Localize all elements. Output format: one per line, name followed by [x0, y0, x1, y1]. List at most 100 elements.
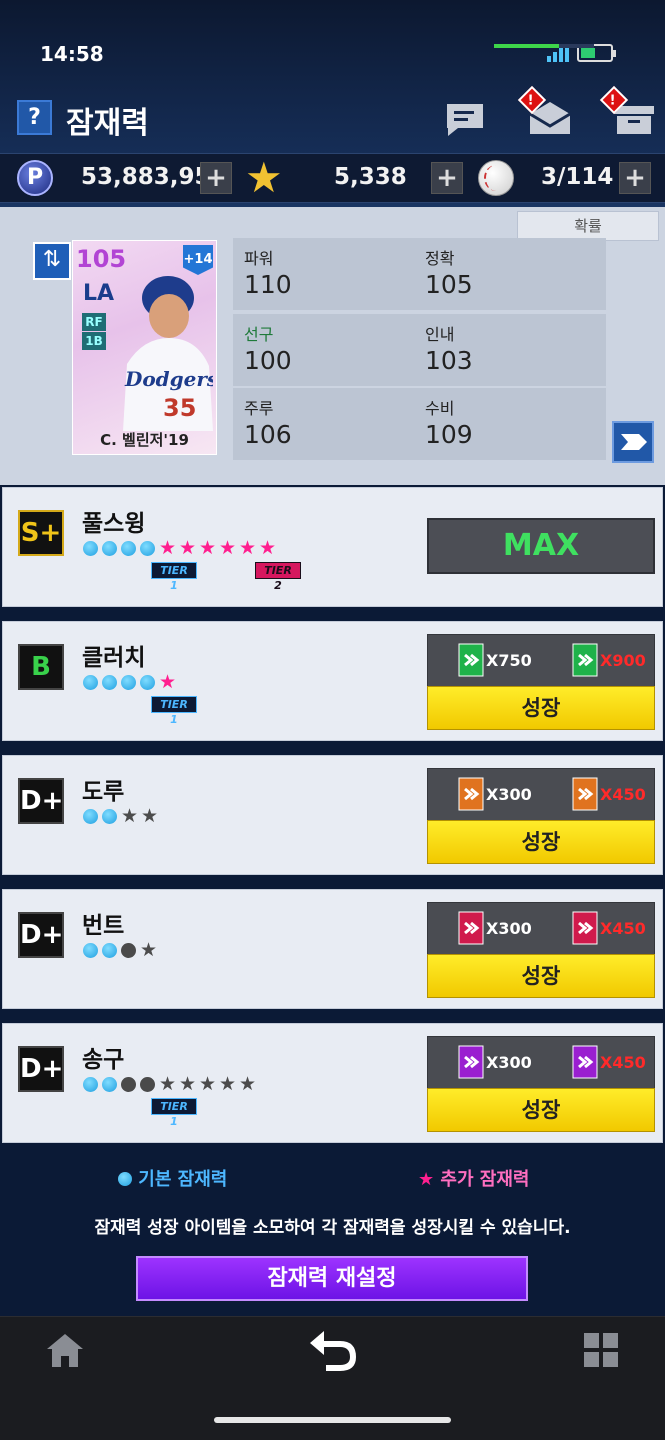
reset-potential-button[interactable]: 잠재력 재설정: [136, 1256, 528, 1301]
stats-row: 주루 106 수비 109: [233, 388, 606, 460]
stat-label: 정확: [425, 249, 455, 268]
stat-value: 103: [425, 346, 473, 375]
legend-basic-label: 기본 잠재력: [138, 1169, 228, 1190]
potential-row-bunt: D+ 번트 ★ X300 X450 성장: [2, 889, 663, 1009]
cost-primary: X300: [486, 1053, 532, 1072]
grade-badge: B: [18, 644, 64, 690]
stat-patience: 인내 103: [414, 314, 594, 386]
extra-potential-star: ★: [239, 537, 257, 559]
ball-progress-bar: [494, 44, 594, 48]
player-detail-panel: 확률 ⇅ 105 +14 LA RF 1B Dodgers 35 C. 벨린저'…: [0, 207, 665, 485]
team-logo: LA: [83, 281, 115, 306]
basic-potential-dot: [102, 808, 117, 824]
page-title: 잠재력: [66, 106, 149, 141]
swap-player-button[interactable]: ⇅: [33, 242, 71, 280]
basic-potential-dot-empty: [121, 1076, 136, 1092]
add-stars-button[interactable]: +: [431, 162, 463, 194]
card-position-2: 1B: [82, 332, 106, 350]
grid-menu-icon[interactable]: [583, 1332, 619, 1368]
points-icon: P: [17, 160, 53, 196]
extra-potential-star: ★: [179, 537, 197, 559]
stats-row: 파워 110 정확 105: [233, 238, 606, 310]
potential-level-dots: ★: [83, 939, 158, 961]
player-portrait: Dodgers 35: [123, 276, 213, 431]
grow-button[interactable]: 성장: [427, 1088, 655, 1132]
stat-value: 105: [425, 270, 473, 299]
potential-level-dots: ★ ★ ★ ★ ★: [83, 1073, 257, 1095]
stat-power: 파워 110: [233, 238, 413, 310]
stat-contact: 정확 105: [414, 238, 594, 310]
grade-badge: D+: [18, 1046, 64, 1092]
potential-level-dots: ★ ★ ★ ★ ★ ★: [83, 537, 276, 559]
basic-potential-dot: [140, 674, 155, 690]
extra-potential-star: ★: [418, 1169, 435, 1190]
potential-name: 도루: [82, 779, 125, 805]
extra-potential-star-empty: ★: [199, 1073, 217, 1095]
cost-secondary: X450: [600, 785, 646, 804]
cost-primary: X750: [486, 651, 532, 670]
home-indicator: [214, 1417, 451, 1423]
storage-icon-button[interactable]: !: [599, 85, 654, 136]
growth-item-icon: [458, 1045, 484, 1079]
extra-potential-star-empty: ★: [179, 1073, 197, 1095]
basic-potential-dot: [102, 942, 117, 958]
grade-badge: S+: [18, 510, 64, 556]
extra-potential-star: ★: [219, 537, 237, 559]
stats-grid: 파워 110 정확 105 선구 100 인내 103 주루 106 수비 10…: [233, 238, 606, 460]
grade-badge: D+: [18, 778, 64, 824]
potential-level-dots: ★ ★: [83, 805, 159, 827]
cost-secondary: X450: [600, 1053, 646, 1072]
help-button[interactable]: ?: [17, 100, 52, 135]
cost-secondary: X450: [600, 919, 646, 938]
basic-potential-dot: [121, 540, 136, 556]
potential-row-fullswing: S+ 풀스윙 ★ ★ ★ ★ ★ ★ TIER 1 TIER 2 MAX: [2, 487, 663, 607]
cost-box: X750 X900: [427, 634, 655, 690]
basic-potential-dot: [83, 540, 98, 556]
potential-name: 송구: [82, 1047, 125, 1073]
basic-potential-dot: [83, 1076, 98, 1092]
extra-potential-star: ★: [159, 537, 177, 559]
cost-box: X300 X450: [427, 902, 655, 958]
grow-button[interactable]: 성장: [427, 954, 655, 998]
stat-value: 106: [244, 420, 292, 449]
potential-name: 번트: [82, 913, 125, 939]
add-points-button[interactable]: +: [200, 162, 232, 194]
grow-button[interactable]: 성장: [427, 820, 655, 864]
stats-row: 선구 100 인내 103: [233, 314, 606, 386]
potential-row-throw: D+ 송구 ★ ★ ★ ★ ★ TIER 1 X300 X450 성장: [2, 1023, 663, 1143]
extra-potential-star-empty: ★: [141, 805, 159, 827]
back-icon[interactable]: [306, 1327, 360, 1373]
player-card[interactable]: 105 +14 LA RF 1B Dodgers 35 C. 벨린저'19: [72, 240, 217, 455]
stars-value: 5,338: [334, 164, 407, 190]
extra-potential-star-empty: ★: [239, 1073, 257, 1095]
grow-button[interactable]: 성장: [427, 686, 655, 730]
stat-label: 선구: [244, 325, 274, 344]
stat-value: 109: [425, 420, 473, 449]
balls-value: 3/114: [541, 164, 614, 190]
home-icon[interactable]: [45, 1331, 85, 1369]
svg-text:35: 35: [163, 394, 196, 422]
mail-icon-button[interactable]: !: [517, 85, 571, 136]
legend-extra-label: 추가 잠재력: [440, 1169, 530, 1190]
chat-icon-button[interactable]: [444, 98, 486, 136]
basic-potential-dot-empty: [140, 1076, 155, 1092]
tier1-label: TIER 1: [151, 562, 197, 592]
probability-button[interactable]: 확률: [517, 211, 659, 241]
basic-potential-dot: [121, 674, 136, 690]
tier1-label: TIER 1: [151, 1098, 197, 1128]
card-player-name: C. 벨린저'19: [100, 431, 189, 449]
potential-row-steal: D+ 도루 ★ ★ X300 X450 성장: [2, 755, 663, 875]
chat-icon: [447, 104, 483, 136]
share-button[interactable]: [612, 421, 654, 463]
add-balls-button[interactable]: +: [619, 162, 651, 194]
grade-badge: D+: [18, 912, 64, 958]
extra-potential-star-empty: ★: [140, 939, 158, 961]
basic-potential-dot: [102, 540, 117, 556]
arrow-tag-icon: [621, 434, 647, 450]
svg-text:Dodgers: Dodgers: [124, 367, 213, 391]
growth-item-icon: [458, 777, 484, 811]
stat-value: 110: [244, 270, 292, 299]
potential-name: 풀스윙: [82, 511, 146, 537]
currency-bar: P 53,883,957 + ★ 5,338 + 3/114 +: [0, 153, 665, 203]
basic-potential-dot: [83, 674, 98, 690]
